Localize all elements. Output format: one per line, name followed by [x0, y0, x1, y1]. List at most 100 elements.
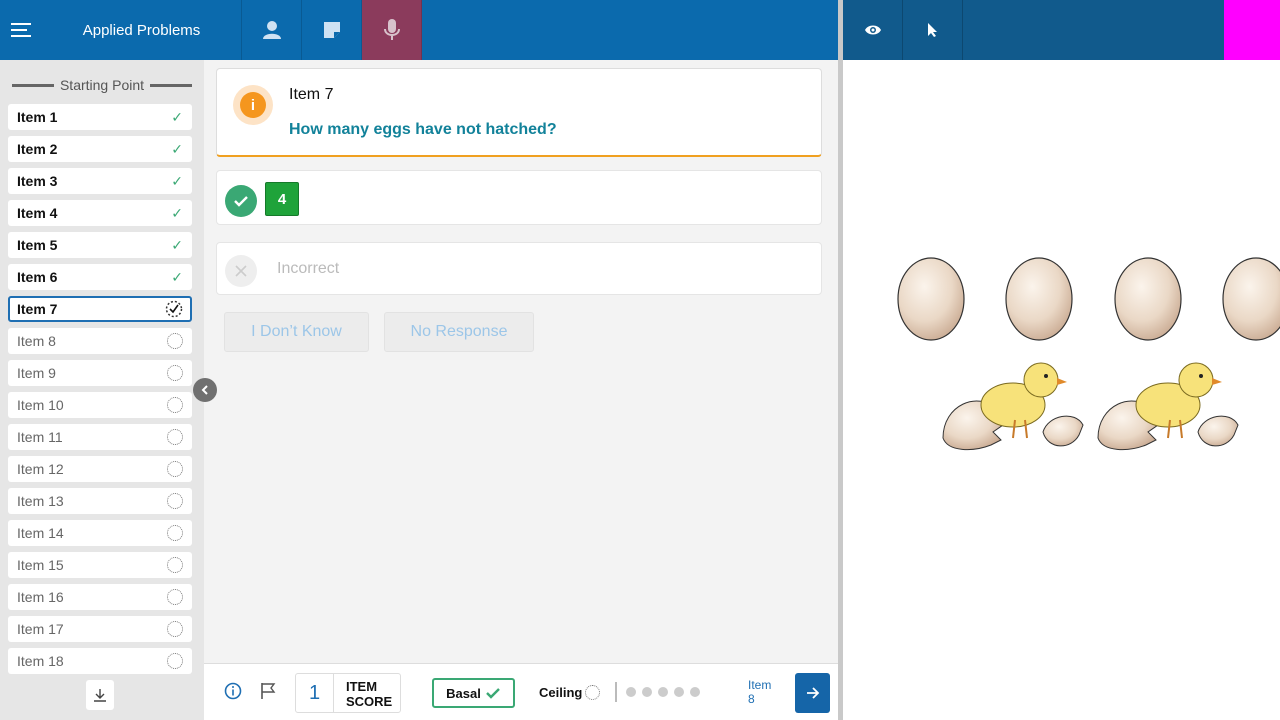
toolbar: Applied Problems [0, 0, 838, 60]
sidebar-item-6[interactable]: Item 6 ✓ [8, 264, 192, 290]
info-icon: i [240, 92, 266, 118]
download-button[interactable] [86, 680, 114, 710]
header-rule [150, 83, 193, 87]
info-outline-icon [224, 682, 242, 700]
sidebar-item-2[interactable]: Item 2 ✓ [8, 136, 192, 162]
item-label: Item 11 [17, 429, 63, 445]
sidebar-item-5[interactable]: Item 5 ✓ [8, 232, 192, 258]
pending-icon [167, 621, 183, 637]
notes-button[interactable] [302, 0, 362, 60]
sidebar-item-17[interactable]: Item 17 [8, 616, 192, 642]
no-response-button[interactable]: No Response [384, 312, 534, 352]
incorrect-response-row[interactable]: Incorrect [216, 242, 822, 295]
item-label: Item 14 [17, 525, 64, 541]
footer-divider [615, 682, 617, 702]
item-label: Item 7 [17, 301, 58, 317]
sidebar-item-18[interactable]: Item 18 [8, 648, 192, 674]
item-label: Item 2 [17, 141, 58, 157]
egg [1005, 257, 1073, 341]
record-button[interactable] [362, 0, 422, 60]
ceiling-label: Ceiling [539, 685, 583, 700]
check-icon: ✓ [171, 236, 183, 253]
eye-icon [864, 25, 881, 35]
progress-dot [642, 687, 652, 697]
sidebar-item-11[interactable]: Item 11 [8, 424, 192, 450]
pending-icon [167, 493, 183, 509]
item-score-label-line-2: SCORE [346, 694, 393, 709]
item-score-label-line-1: ITEM [346, 679, 378, 694]
test-title: Applied Problems [42, 0, 242, 60]
stimulus-panel [843, 60, 1280, 720]
info-badge: i [233, 85, 273, 125]
menu-button[interactable] [0, 0, 42, 60]
sidebar-item-10[interactable]: Item 10 [8, 392, 192, 418]
item-label: Item 8 [17, 333, 56, 349]
menu-icon [11, 23, 31, 37]
sidebar-item-1[interactable]: Item 1 ✓ [8, 104, 192, 130]
basal-status: Basal [432, 678, 515, 708]
item-label: Item 4 [17, 205, 58, 221]
info-button[interactable] [224, 682, 242, 705]
item-label: Item 16 [17, 589, 64, 605]
check-icon: ✓ [171, 108, 183, 125]
ceiling-status: Ceiling [539, 685, 601, 700]
question-text: How many eggs have not hatched? [289, 121, 557, 138]
basal-label: Basal [446, 685, 481, 701]
egg [1114, 257, 1182, 341]
arrow-right-icon [806, 687, 819, 699]
sidebar-item-7[interactable]: Item 7 [8, 296, 192, 322]
item-label: Item 17 [17, 621, 64, 637]
pending-icon [167, 365, 183, 381]
item-label: Item 9 [17, 365, 56, 381]
check-icon: ✓ [171, 140, 183, 157]
item-list: Item 1 ✓ Item 2 ✓ Item 3 ✓ Item 4 ✓ Item 5 ✓ … [8, 104, 192, 680]
sidebar-item-8[interactable]: Item 8 [8, 328, 192, 354]
collapse-sidebar-button[interactable] [193, 378, 217, 402]
item-sidebar: Starting Point Item 1 ✓ Item 2 ✓ Item 3 ✓ I… [0, 60, 204, 720]
item-label: Item 5 [17, 237, 58, 253]
sidebar-item-9[interactable]: Item 9 [8, 360, 192, 386]
sidebar-item-14[interactable]: Item 14 [8, 520, 192, 546]
sidebar-item-15[interactable]: Item 15 [8, 552, 192, 578]
item-label: Item 13 [17, 493, 64, 509]
progress-dot [690, 687, 700, 697]
pending-icon [167, 653, 183, 669]
item-score-label: ITEM SCORE [334, 674, 392, 712]
stimulus-picture [897, 257, 1280, 451]
progress-dot [658, 687, 668, 697]
flag-button[interactable] [260, 682, 276, 705]
in-progress-icon [165, 300, 183, 318]
header-rule [11, 83, 54, 87]
item-score: 1 ITEM SCORE [295, 673, 401, 713]
scoring-footer: 1 ITEM SCORE Basal Ceiling Item 8 [204, 663, 838, 720]
sidebar-item-3[interactable]: Item 3 ✓ [8, 168, 192, 194]
progress-dot [626, 687, 636, 697]
next-item-button[interactable] [795, 673, 830, 713]
next-item-label: Item 8 [748, 678, 771, 706]
correct-response-row[interactable]: 4 [216, 170, 822, 225]
sidebar-item-12[interactable]: Item 12 [8, 456, 192, 482]
starting-point-label: Starting Point [59, 77, 145, 93]
pending-icon [167, 589, 183, 605]
hatched-chick [1097, 362, 1239, 451]
next-item-label-line-2: 8 [748, 692, 755, 706]
person-icon [262, 21, 281, 39]
sidebar-item-4[interactable]: Item 4 ✓ [8, 200, 192, 226]
sidebar-item-16[interactable]: Item 16 [8, 584, 192, 610]
pending-icon [167, 557, 183, 573]
item-label: Item 10 [17, 397, 64, 413]
hatched-chick [942, 362, 1084, 451]
check-icon: ✓ [171, 172, 183, 189]
flag-icon [261, 683, 276, 699]
answer-value[interactable]: 4 [265, 182, 299, 216]
item-label: Item 12 [17, 461, 64, 477]
sidebar-item-13[interactable]: Item 13 [8, 488, 192, 514]
pointer-button[interactable] [903, 0, 963, 60]
check-icon [485, 688, 500, 699]
dont-know-button[interactable]: I Don’t Know [224, 312, 369, 352]
pointer-icon [927, 23, 937, 37]
pending-icon [167, 397, 183, 413]
view-button[interactable] [843, 0, 903, 60]
examinee-button[interactable] [242, 0, 302, 60]
incorrect-label: Incorrect [277, 260, 340, 277]
